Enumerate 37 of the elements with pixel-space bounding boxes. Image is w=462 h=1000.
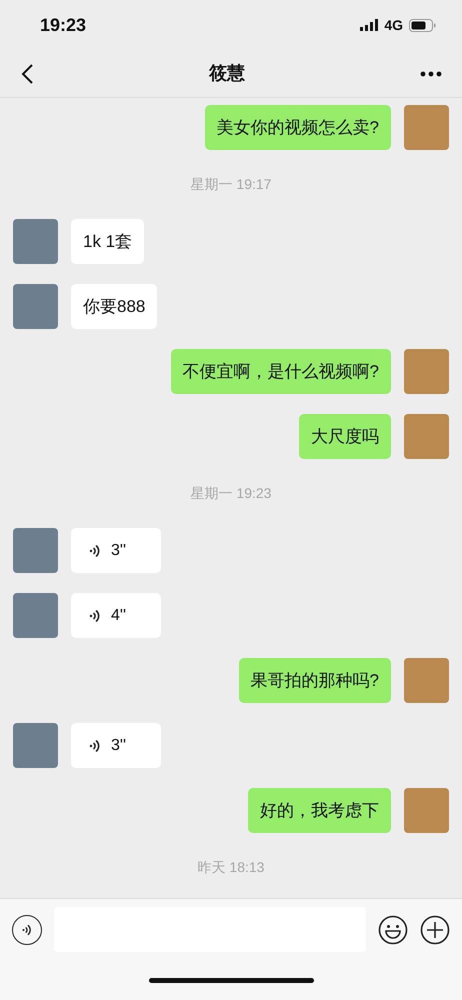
avatar-photo-placeholder[interactable] [404, 349, 449, 394]
back-icon[interactable] [20, 62, 34, 84]
plus-icon[interactable] [420, 914, 450, 944]
timestamp: 昨天 18:13 [198, 858, 264, 877]
avatar-photo-placeholder[interactable] [13, 723, 58, 768]
avatar-photo-placeholder[interactable] [13, 593, 58, 638]
timestamp: 星期一 19:17 [190, 175, 272, 194]
avatar-photo-placeholder[interactable] [13, 284, 58, 329]
voice-duration: 4'' [111, 606, 126, 626]
message-bubble[interactable]: 大尺度吗 [299, 414, 391, 459]
avatar-photo-placeholder[interactable] [404, 105, 449, 150]
message-bubble[interactable]: 你要888 [71, 284, 158, 329]
voice-duration: 3'' [111, 540, 126, 560]
voice-message-bubble[interactable]: 3'' [71, 528, 161, 573]
status-time: 19:23 [40, 14, 86, 36]
avatar-photo-placeholder[interactable] [13, 219, 58, 264]
more-icon[interactable] [420, 70, 442, 76]
avatar-photo-placeholder[interactable] [404, 414, 449, 459]
battery-icon [409, 18, 436, 32]
message-bubble[interactable]: 好的，我考虑下 [248, 788, 391, 833]
voice-duration: 3'' [111, 736, 126, 756]
message-bubble[interactable]: 果哥拍的那种吗? [238, 658, 391, 703]
emoji-icon[interactable] [378, 914, 408, 944]
signal-icon [360, 19, 378, 31]
chat-title: 筱慧 [209, 62, 245, 85]
voice-message-bubble[interactable]: 4'' [71, 593, 161, 638]
timestamp: 星期一 19:23 [190, 484, 272, 503]
message-bubble[interactable]: 美女你的视频怎么卖? [204, 105, 391, 150]
avatar-photo-placeholder[interactable] [13, 528, 58, 573]
avatar-photo-placeholder[interactable] [404, 658, 449, 703]
network-label: 4G [384, 16, 403, 34]
message-bubble[interactable]: 1k 1套 [71, 219, 144, 264]
message-bubble[interactable]: 不便宜啊，是什么视频啊? [170, 349, 391, 394]
voice-message-bubble[interactable]: 3'' [71, 723, 161, 768]
avatar-photo-placeholder[interactable] [404, 788, 449, 833]
voice-input-button[interactable] [12, 914, 42, 944]
voice-icon [20, 922, 34, 936]
